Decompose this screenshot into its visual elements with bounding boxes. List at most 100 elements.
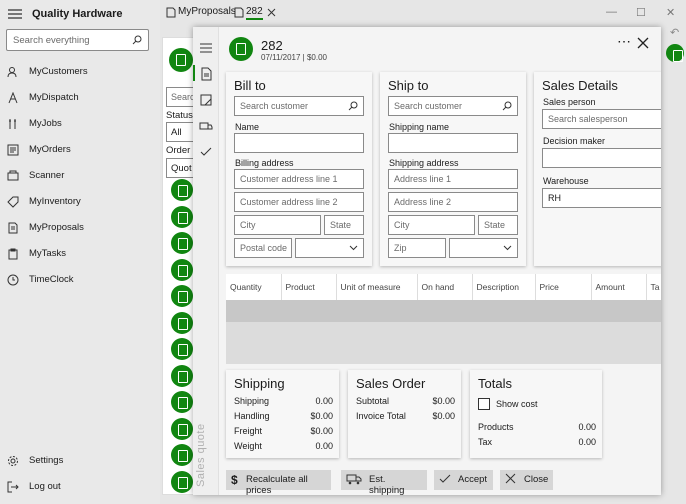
checkmark-icon[interactable] <box>199 145 213 159</box>
nav-item-timeclock[interactable]: TimeClock <box>0 268 160 292</box>
search-placeholder: Search customer <box>240 101 309 111</box>
close-dialog-icon[interactable] <box>637 37 649 49</box>
est-shipping-button[interactable]: Est. shipping <box>341 470 427 495</box>
notes-icon[interactable] <box>199 93 213 107</box>
shipping-city-input[interactable]: City <box>388 215 475 235</box>
accept-button[interactable]: Accept <box>434 470 493 490</box>
summary-value: $0.00 <box>432 411 455 421</box>
logout-icon <box>7 481 19 493</box>
list-item-avatar[interactable] <box>171 311 193 334</box>
col-on-hand[interactable]: On hand <box>417 274 473 300</box>
hamburger-menu-icon[interactable] <box>8 9 22 19</box>
close-button[interactable]: Close <box>500 470 553 490</box>
decision-maker-input[interactable] <box>542 148 661 168</box>
tab-282[interactable]: 282 <box>246 6 263 20</box>
nav-item-logout[interactable]: Log out <box>0 475 160 499</box>
nav-item-mytasks[interactable]: MyTasks <box>0 242 160 266</box>
col-unit-of-measure[interactable]: Unit of measure <box>336 274 418 300</box>
shipping-line1-input[interactable]: Address line 1 <box>388 169 518 189</box>
nav-item-mydispatch[interactable]: MyDispatch <box>0 86 160 110</box>
bill-name-input[interactable] <box>234 133 364 153</box>
gear-icon <box>8 456 18 466</box>
list-item-avatar[interactable] <box>171 444 193 466</box>
list-item-avatar[interactable] <box>171 391 193 413</box>
shipping-name-input[interactable] <box>388 133 518 153</box>
search-icon <box>502 101 512 111</box>
proposal-dialog: Sales quote 282 07/11/2017 | $0.00 ⋯ Bil… <box>193 27 661 495</box>
nav-item-myjobs[interactable]: MyJobs <box>0 112 160 136</box>
warehouse-select[interactable]: RH <box>542 188 661 208</box>
nav-item-scanner[interactable]: Scanner <box>0 164 160 188</box>
list-item-avatar[interactable] <box>171 205 193 228</box>
window-close-icon[interactable]: ✕ <box>666 6 675 19</box>
minimize-icon[interactable]: — <box>606 6 617 18</box>
show-cost-checkbox[interactable] <box>478 398 490 410</box>
list-item-avatar[interactable] <box>171 338 193 360</box>
summary-label: Subtotal <box>356 396 390 406</box>
button-label: Close <box>524 474 549 485</box>
maximize-icon[interactable]: ☐ <box>636 6 646 19</box>
list-item-avatar[interactable] <box>171 470 193 493</box>
billing-city-input[interactable]: City <box>234 215 321 235</box>
tab-myproposals[interactable]: MyProposals <box>178 6 236 20</box>
col-quantity[interactable]: Quantity <box>226 274 282 300</box>
proposal-subtitle: 07/11/2017 | $0.00 <box>261 53 327 62</box>
nav-label: Settings <box>29 455 64 466</box>
button-label: Recalculate all prices <box>246 474 308 495</box>
summary-value: 0.00 <box>578 422 596 432</box>
list-item-avatar[interactable] <box>171 364 193 387</box>
col-tax[interactable]: Ta <box>646 274 661 300</box>
list-item-avatar[interactable] <box>171 258 193 281</box>
billing-line2-input[interactable]: Customer address line 2 <box>234 192 364 212</box>
search-icon[interactable] <box>132 35 142 45</box>
show-cost-label: Show cost <box>496 399 538 409</box>
person-icon <box>7 67 17 78</box>
nav-item-myproposals[interactable]: MyProposals <box>0 216 160 240</box>
list-item-avatar[interactable] <box>171 232 193 254</box>
list-item-avatar[interactable] <box>171 285 193 307</box>
more-options-icon[interactable]: ⋯ <box>617 33 632 50</box>
search-icon <box>348 101 358 111</box>
nav-label: MyOrders <box>29 144 71 155</box>
ship-customer-search-input[interactable]: Search customer <box>388 96 518 116</box>
col-price[interactable]: Price <box>535 274 592 300</box>
col-description[interactable]: Description <box>472 274 536 300</box>
sales-person-input[interactable]: Search salesperson <box>542 109 661 129</box>
nav-item-settings[interactable]: Settings <box>0 449 160 473</box>
orders-icon <box>7 144 19 156</box>
bill-customer-search-input[interactable]: Search customer <box>234 96 364 116</box>
dollar-icon: $ <box>231 473 238 487</box>
col-amount[interactable]: Amount <box>591 274 647 300</box>
sales-order-card: Sales Order Subtotal $0.00 Invoice Total $0… <box>348 370 461 458</box>
nav-item-myorders[interactable]: MyOrders <box>0 138 160 162</box>
add-proposal-icon[interactable] <box>169 48 193 72</box>
section-rail: Sales quote <box>193 27 219 495</box>
nav-item-myinventory[interactable]: MyInventory <box>0 190 160 214</box>
search-everything-input[interactable]: Search everything <box>6 29 149 51</box>
warehouse-label: Warehouse <box>543 176 589 186</box>
nav-label: TimeClock <box>29 274 74 285</box>
undo-icon[interactable]: ↶ <box>670 26 679 39</box>
truck-icon[interactable] <box>199 119 213 133</box>
billing-state-input[interactable]: State <box>324 215 364 235</box>
billing-postal-input[interactable]: Postal code <box>234 238 292 258</box>
shipping-card: Shipping Shipping 0.00 Handling $0.00 Freigh… <box>226 370 339 458</box>
list-item-avatar[interactable] <box>171 417 193 440</box>
document-icon[interactable] <box>199 67 213 81</box>
col-product[interactable]: Product <box>281 274 337 300</box>
recalculate-prices-button[interactable]: $ Recalculate all prices <box>226 470 331 495</box>
app-title: Quality Hardware <box>32 8 123 20</box>
close-tab-icon[interactable] <box>267 8 276 17</box>
shipping-country-select[interactable] <box>449 238 518 258</box>
list-icon[interactable] <box>199 41 213 55</box>
table-row-selected[interactable] <box>226 300 661 322</box>
shipping-state-input[interactable]: State <box>478 215 518 235</box>
list-item-avatar[interactable] <box>171 179 193 201</box>
billing-line1-input[interactable]: Customer address line 1 <box>234 169 364 189</box>
proposal-avatar-icon[interactable] <box>666 44 684 62</box>
shipping-line2-input[interactable]: Address line 2 <box>388 192 518 212</box>
sales-order-title: Sales Order <box>356 376 426 391</box>
nav-item-mycustomers[interactable]: MyCustomers <box>0 60 160 84</box>
billing-country-select[interactable] <box>295 238 364 258</box>
shipping-zip-input[interactable]: Zip <box>388 238 446 258</box>
